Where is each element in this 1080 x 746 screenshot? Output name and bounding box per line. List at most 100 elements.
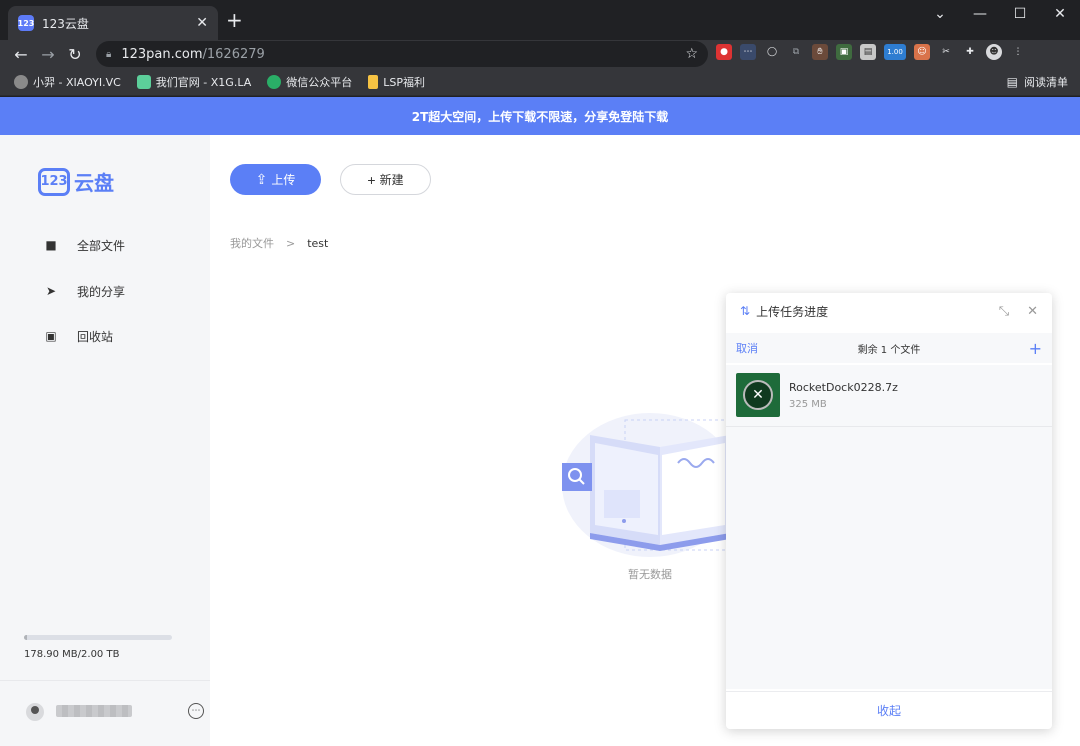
- tab-close-icon[interactable]: ✕: [196, 15, 208, 31]
- logo[interactable]: 123 云盘: [38, 167, 114, 196]
- upload-file-size: 325 MB: [789, 399, 827, 410]
- upload-task-panel: ⇅ 上传任务进度 ⤡ ✕ 取消 剩余 1 个文件 + ✕ RocketDock0…: [726, 293, 1052, 729]
- page: 2T超大空间，上传下载不限速，分享免登陆下载 123 云盘 ■ 全部文件 ➤ 我…: [0, 97, 1080, 746]
- reload-icon[interactable]: ↻: [64, 43, 86, 65]
- bookmarks-bar: 小羿 - XIAOYI.VC 我们官网 - X1G.LA 微信公众平台 LSP福…: [0, 68, 1080, 96]
- profile-avatar-icon[interactable]: ☻: [986, 44, 1002, 60]
- close-icon[interactable]: ✕: [1027, 304, 1038, 319]
- upload-icon: ⇪: [255, 171, 268, 187]
- bookmark-site-icon: [136, 74, 151, 89]
- extensions-row: ● ⋯ ◯ ⧉ ✋︎ ▣ ▤ 1.00 ☺ ✂ ✚ ☻ ⋮: [716, 44, 1026, 60]
- breadcrumb: 我的文件 > test: [230, 235, 328, 251]
- upload-button[interactable]: ⇪ 上传: [230, 164, 321, 195]
- new-tab-icon[interactable]: +: [226, 10, 243, 30]
- extension-speed-badge[interactable]: 1.00: [884, 44, 906, 60]
- username-redacted: [56, 705, 132, 717]
- breadcrumb-root[interactable]: 我的文件: [230, 235, 274, 251]
- upload-file-name: RocketDock0228.7z: [789, 381, 898, 394]
- upload-panel-toolbar: 取消 剩余 1 个文件 +: [726, 333, 1052, 363]
- collapse-button[interactable]: 收起: [877, 702, 901, 719]
- extension-dots-icon[interactable]: ⋯: [740, 44, 756, 60]
- sidebar-item-label: 回收站: [77, 329, 114, 344]
- sidebar-item-my-shares[interactable]: ➤ 我的分享: [44, 279, 125, 303]
- extension-red-icon[interactable]: ●: [716, 44, 732, 60]
- browser-toolbar: ← → ↻ 🔒︎ 123pan.com/1626279 ☆ ● ⋯ ◯ ⧉ ✋︎…: [0, 40, 1080, 68]
- bookmark-label: 微信公众平台: [286, 75, 353, 89]
- lock-icon[interactable]: 🔒︎: [106, 49, 111, 60]
- address-bar[interactable]: 🔒︎ 123pan.com/1626279 ☆: [96, 41, 708, 67]
- reading-list-label: 阅读清单: [1024, 76, 1068, 89]
- storage-usage-text: 178.90 MB/2.00 TB: [24, 649, 120, 660]
- browser-tab-active[interactable]: 123 123云盘 ✕: [8, 6, 218, 40]
- bookmark-xiaoyi[interactable]: 小羿 - XIAOYI.VC: [14, 74, 121, 90]
- new-button-label: 新建: [379, 173, 404, 187]
- extension-circle-icon[interactable]: ◯: [764, 44, 780, 60]
- extension-hand-icon[interactable]: ✋︎: [812, 44, 828, 60]
- cancel-all-button[interactable]: 取消: [736, 340, 758, 356]
- remaining-files-text: 剩余 1 个文件: [857, 344, 921, 356]
- transfer-arrows-icon: ⇅: [740, 304, 751, 318]
- upload-panel-actions: ⤡ ✕: [999, 304, 1038, 319]
- extension-tools-icon[interactable]: ✂: [938, 44, 954, 60]
- sidebar-item-label: 全部文件: [77, 238, 126, 253]
- new-button[interactable]: + 新建: [340, 164, 431, 195]
- url-host: 123pan.com: [121, 46, 203, 62]
- file-thumbnail: ✕: [736, 373, 780, 417]
- breadcrumb-separator: >: [286, 236, 296, 250]
- tab-title: 123云盘: [42, 16, 89, 31]
- wechat-icon: [267, 74, 282, 89]
- bookmark-label: LSP福利: [383, 75, 425, 89]
- breadcrumb-current: test: [307, 236, 329, 250]
- storage-progress-bar: [24, 635, 172, 640]
- add-upload-icon[interactable]: +: [1029, 339, 1042, 358]
- 123pan-favicon-icon: 123: [18, 15, 34, 31]
- extension-monkey-icon[interactable]: ☺: [914, 44, 930, 60]
- reading-list-button[interactable]: ▤ 阅读清单: [1007, 74, 1068, 90]
- plus-icon: +: [367, 171, 376, 188]
- bookmark-x1g[interactable]: 我们官网 - X1G.LA: [136, 74, 252, 90]
- minimize-icon[interactable]: —: [960, 0, 1000, 28]
- shrink-icon[interactable]: ⤡: [999, 304, 1009, 319]
- trash-icon: ▣: [45, 329, 57, 343]
- bookmark-star-icon[interactable]: ☆: [685, 46, 698, 62]
- sidebar: 123 云盘 ■ 全部文件 ➤ 我的分享 ▣ 回收站 178.90 MB/2.0…: [0, 135, 210, 746]
- bookmark-wechat[interactable]: 微信公众平台: [267, 74, 352, 90]
- extensions-puzzle-icon[interactable]: ✚: [962, 44, 978, 60]
- extension-image-icon[interactable]: ▣: [836, 44, 852, 60]
- upload-panel-title: 上传任务进度: [756, 304, 829, 319]
- bookmark-label: 我们官网 - X1G.LA: [155, 75, 252, 89]
- promo-banner: 2T超大空间，上传下载不限速，分享免登陆下载: [0, 97, 1080, 135]
- window-controls: ⌄ — ☐ ✕: [920, 0, 1080, 32]
- sidebar-item-all-files[interactable]: ■ 全部文件: [44, 233, 125, 257]
- empty-state-text: 暂无数据: [628, 568, 672, 581]
- upload-panel-footer: 收起: [726, 691, 1052, 729]
- extension-copy-icon[interactable]: ⧉: [788, 44, 804, 60]
- upload-panel-header: ⇅ 上传任务进度 ⤡ ✕: [726, 293, 1052, 329]
- forward-icon[interactable]: →: [37, 43, 59, 65]
- folder-icon: ■: [45, 238, 57, 252]
- bookmark-avatar-icon: [14, 74, 28, 89]
- back-icon[interactable]: ←: [10, 43, 32, 65]
- sidebar-item-recycle-bin[interactable]: ▣ 回收站: [44, 324, 113, 348]
- reading-list-icon: ▤: [1006, 75, 1018, 89]
- url-path: /1626279: [202, 46, 265, 62]
- more-options-icon[interactable]: ⋯: [188, 703, 204, 719]
- upload-list-area: [726, 427, 1052, 689]
- avatar[interactable]: [24, 701, 46, 723]
- logo-badge: 123: [38, 167, 70, 196]
- browser-menu-icon[interactable]: ⋮: [1010, 44, 1026, 60]
- tab-search-icon[interactable]: ⌄: [920, 0, 960, 28]
- send-icon: ➤: [45, 284, 57, 298]
- window-close-icon[interactable]: ✕: [1040, 0, 1080, 28]
- cancel-upload-icon[interactable]: ✕: [743, 380, 773, 410]
- upload-item: ✕ RocketDock0228.7z 325 MB: [726, 365, 1052, 427]
- extension-picture-icon[interactable]: ▤: [860, 44, 876, 60]
- upload-button-label: 上传: [271, 173, 296, 187]
- bookmark-label: 小羿 - XIAOYI.VC: [33, 75, 121, 89]
- browser-tab-strip: 123 123云盘 ✕ + ⌄ — ☐ ✕: [0, 0, 1080, 40]
- user-row: ⋯: [0, 680, 210, 746]
- bookmark-folder-lsp[interactable]: LSP福利: [368, 74, 425, 90]
- storage-progress-fill: [24, 635, 27, 640]
- maximize-icon[interactable]: ☐: [1000, 0, 1040, 28]
- sidebar-item-label: 我的分享: [77, 284, 126, 299]
